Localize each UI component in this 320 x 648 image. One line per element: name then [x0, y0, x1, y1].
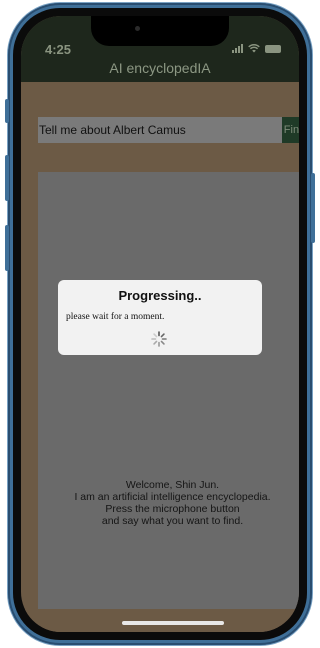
app-title: AI encyclopedIA	[109, 60, 211, 76]
welcome-line: Welcome, Shin Jun.	[125, 479, 220, 491]
home-indicator[interactable]	[122, 621, 224, 625]
status-icons	[232, 43, 281, 53]
dialog-message: please wait for a moment.	[66, 312, 165, 322]
volume-down-button	[5, 225, 9, 271]
welcome-line: and say what you want to find.	[101, 515, 244, 527]
find-button[interactable]: Find	[282, 117, 299, 143]
status-time: 4:25	[45, 42, 72, 57]
camera-icon	[135, 26, 140, 31]
search-input[interactable]	[38, 117, 282, 143]
welcome-line: Press the microphone button	[105, 503, 240, 515]
power-button	[311, 173, 315, 243]
volume-up-button	[5, 155, 9, 201]
welcome-message: Welcome, Shin Jun. I am an artificial in…	[38, 479, 299, 527]
signal-icon	[232, 43, 243, 53]
notch	[91, 16, 229, 46]
result-panel: Welcome, Shin Jun. I am an artificial in…	[38, 172, 299, 609]
battery-icon	[265, 45, 281, 53]
welcome-line: I am an artificial intelligence encyclop…	[74, 491, 271, 503]
spinner-icon	[151, 331, 167, 347]
progress-dialog: Progressing.. please wait for a moment.	[58, 280, 262, 355]
wifi-icon	[248, 44, 260, 53]
mute-switch	[5, 99, 9, 123]
search-bar: Find	[38, 117, 299, 143]
dialog-title: Progressing..	[118, 288, 202, 303]
